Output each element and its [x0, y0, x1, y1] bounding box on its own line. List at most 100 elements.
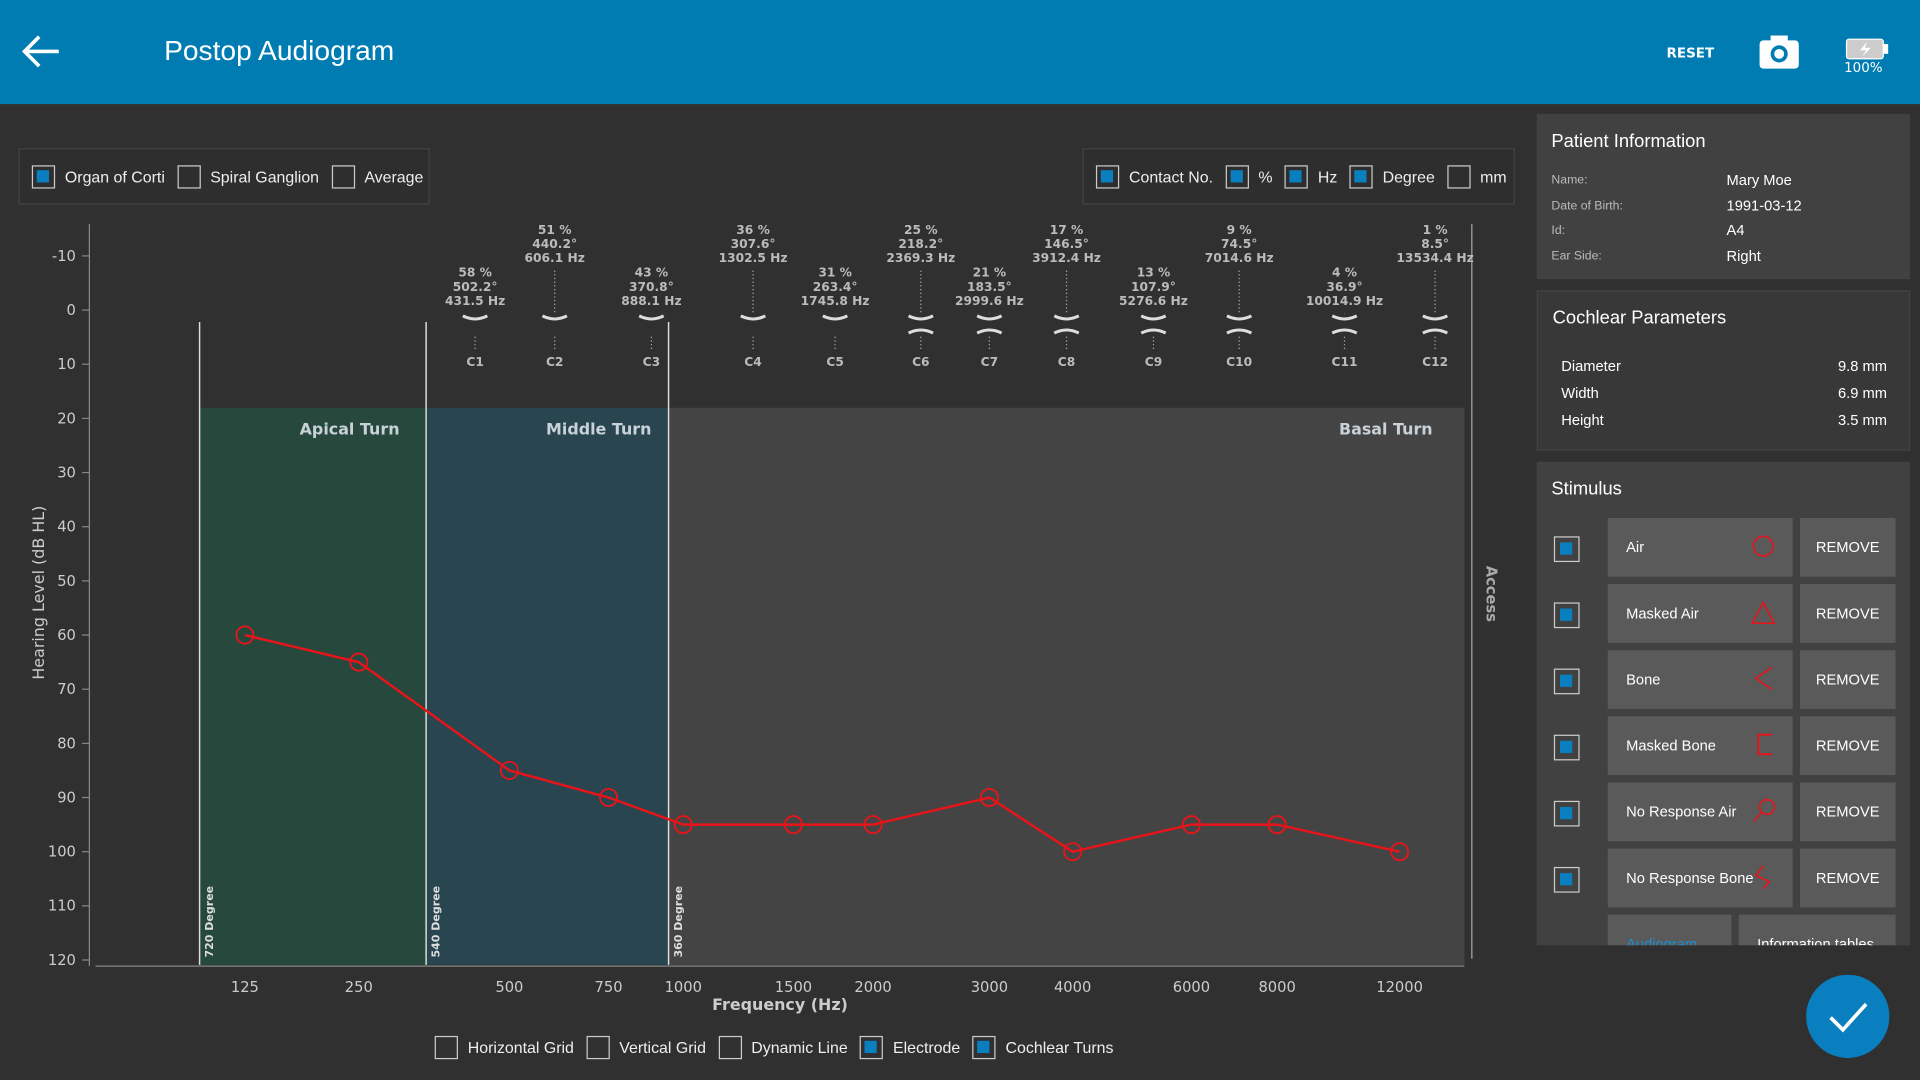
degree-label: 360 Degree [672, 886, 685, 958]
electrode-deg: 8.5° [1421, 237, 1449, 251]
option-label: % [1258, 167, 1273, 186]
y-tick-label: 30 [57, 464, 76, 481]
electrode-deg: 502.2° [453, 280, 498, 294]
checkbox[interactable] [331, 164, 355, 188]
remove-button[interactable]: REMOVE [1800, 716, 1896, 776]
electrode-deg: 36.9° [1326, 280, 1362, 294]
option-spiral-ganglion[interactable]: Spiral Ganglion [177, 164, 319, 188]
electrode-contact [1226, 314, 1253, 321]
stimulus-label: Masked Air [1626, 604, 1699, 623]
option-vertical-grid[interactable]: Vertical Grid [586, 1035, 706, 1059]
stimulus-checkbox[interactable] [1553, 734, 1580, 761]
electrode-contact [462, 314, 489, 321]
remove-button[interactable]: REMOVE [1800, 517, 1896, 577]
x-axis-label: Frequency (Hz) [712, 995, 848, 1014]
checkbox[interactable] [586, 1035, 610, 1059]
cochlear-param-label: Width [1561, 384, 1599, 402]
stimulus-label: Bone [1626, 671, 1661, 689]
reset-button[interactable]: RESET [1667, 45, 1715, 61]
stimulus-no-response-air-button[interactable]: No Response Air [1607, 782, 1793, 842]
x-tick-label: 12000 [1376, 979, 1423, 996]
x-tick-label: 125 [231, 979, 259, 996]
stimulus-no-response-bone-button[interactable]: No Response Bone [1607, 848, 1793, 908]
y-tick-label: 10 [57, 356, 76, 373]
tab-label: Information tables [1757, 935, 1874, 946]
option-contact-no[interactable]: Contact No. [1095, 164, 1214, 188]
checkbox[interactable] [1284, 164, 1309, 188]
tab-information-tables[interactable]: Information tables [1738, 914, 1896, 946]
option-average[interactable]: Average [331, 164, 423, 188]
checkbox[interactable] [434, 1035, 458, 1059]
stimulus-label: Masked Bone [1626, 737, 1716, 755]
patient-field-value: Mary Moe [1726, 171, 1792, 189]
stimulus-air-button[interactable]: Air [1607, 517, 1793, 577]
electrode-contact [541, 314, 568, 321]
remove-button[interactable]: REMOVE [1800, 782, 1896, 842]
option-label: Contact No. [1128, 167, 1214, 186]
checkbox[interactable] [31, 164, 56, 188]
remove-button[interactable]: REMOVE [1800, 848, 1896, 908]
checkbox[interactable] [718, 1035, 742, 1059]
cochlear-param-label: Diameter [1561, 357, 1621, 375]
stimulus-title: Stimulus [1551, 478, 1622, 500]
option-mm[interactable]: mm [1447, 164, 1507, 188]
stimulus-checkbox[interactable] [1553, 602, 1580, 629]
x-tick-label: 1500 [775, 979, 812, 996]
stimulus-label: No Response Air [1626, 803, 1737, 821]
tab-audiogram[interactable]: Audiogram [1607, 914, 1732, 946]
stimulus-checkbox[interactable] [1553, 866, 1580, 893]
stimulus-masked-bone-button[interactable]: Masked Bone [1607, 716, 1793, 776]
checkbox[interactable] [859, 1035, 884, 1059]
x-tick-label: 3000 [971, 979, 1008, 996]
option-electrode[interactable]: Electrode [859, 1035, 961, 1059]
electrode-pct: 4 % [1332, 266, 1357, 280]
patient-field-value: A4 [1726, 221, 1745, 239]
electrode-hz: 13534.4 Hz [1396, 251, 1473, 265]
x-tick-label: 4000 [1054, 979, 1091, 996]
electrode-hz: 606.1 Hz [525, 251, 585, 265]
electrode-id: C3 [643, 355, 661, 369]
checkbox[interactable] [1225, 164, 1249, 188]
option-cochlear-turns[interactable]: Cochlear Turns [972, 1035, 1114, 1059]
electrode-hz: 1302.5 Hz [719, 251, 788, 265]
electrode-pct: 43 % [635, 266, 669, 280]
x-tick-label: 2000 [854, 979, 891, 996]
degree-label: 540 Degree [430, 886, 443, 958]
option-label: Hz [1317, 167, 1338, 186]
turn-label: Apical Turn [300, 420, 400, 439]
confirm-button[interactable] [1806, 974, 1890, 1058]
electrode-hz: 2369.3 Hz [886, 251, 955, 265]
option-[interactable]: % [1225, 164, 1273, 188]
option-dynamic-line[interactable]: Dynamic Line [718, 1035, 848, 1059]
checkbox[interactable] [1349, 164, 1373, 188]
option-label: Organ of Corti [64, 167, 165, 186]
cochlear-param-value: 6.9 mm [1837, 384, 1887, 402]
camera-icon[interactable] [1758, 33, 1800, 70]
option-organ-of-corti[interactable]: Organ of Corti [31, 164, 165, 188]
stimulus-masked-air-button[interactable]: Masked Air [1607, 584, 1793, 643]
electrode-contact [638, 314, 665, 321]
electrode-deg: 263.4° [813, 280, 858, 294]
checkbox[interactable] [972, 1035, 996, 1059]
checkbox[interactable] [1095, 164, 1120, 188]
y-tick-label: 50 [57, 573, 76, 590]
stimulus-checkbox[interactable] [1553, 668, 1580, 695]
back-arrow-icon[interactable] [22, 34, 61, 68]
option-label: Electrode [892, 1037, 961, 1057]
remove-button[interactable]: REMOVE [1800, 650, 1896, 709]
stimulus-checkbox[interactable] [1553, 800, 1580, 827]
electrode-hz: 5276.6 Hz [1119, 294, 1188, 308]
stimulus-checkbox[interactable] [1553, 536, 1580, 563]
checkbox[interactable] [1447, 164, 1471, 188]
electrode-deg: 107.9° [1131, 280, 1176, 294]
y-tick-label: 100 [48, 844, 76, 861]
option-degree[interactable]: Degree [1349, 164, 1435, 188]
checkbox[interactable] [177, 164, 201, 188]
electrode-hz: 3912.4 Hz [1032, 251, 1101, 265]
stimulus-bone-button[interactable]: Bone [1607, 650, 1793, 709]
electrode-deg: 440.2° [532, 237, 577, 251]
header-bar: Postop Audiogram RESET 100% [0, 0, 1920, 105]
remove-button[interactable]: REMOVE [1800, 584, 1896, 643]
option-horizontal-grid[interactable]: Horizontal Grid [434, 1035, 574, 1059]
option-hz[interactable]: Hz [1284, 164, 1338, 188]
